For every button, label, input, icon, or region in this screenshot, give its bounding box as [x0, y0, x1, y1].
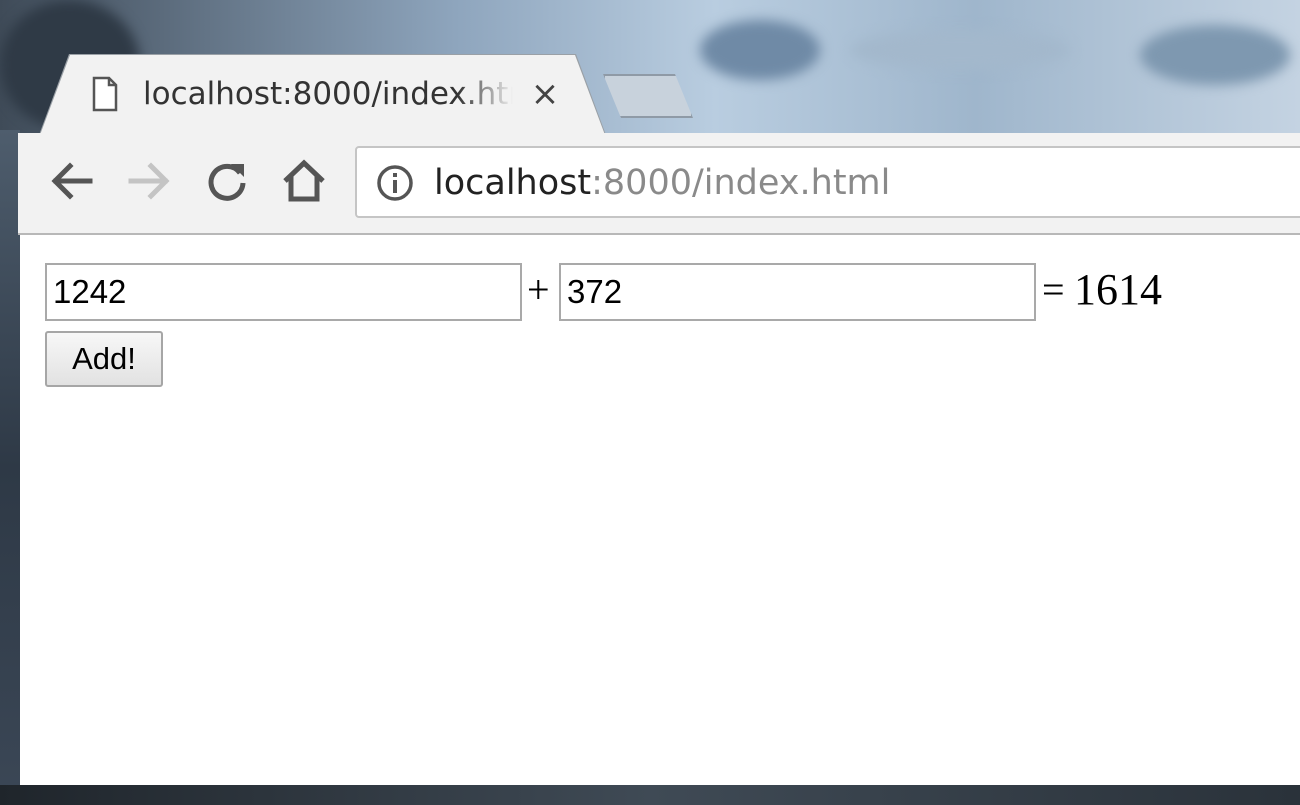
url-path: :8000/index.html [591, 163, 891, 203]
home-icon[interactable] [279, 156, 329, 206]
reload-icon[interactable] [202, 156, 252, 206]
page-icon [92, 76, 118, 112]
add-button[interactable]: Add! [45, 331, 163, 387]
forward-arrow-icon[interactable] [124, 156, 174, 206]
back-arrow-icon[interactable] [47, 156, 97, 206]
window-frame-bottom [0, 785, 1300, 805]
url-host: localhost [434, 163, 592, 203]
tab-close-icon[interactable]: × [528, 76, 562, 112]
plus-sign: + [527, 267, 550, 312]
operand-a-input[interactable] [45, 263, 522, 321]
info-icon[interactable] [375, 163, 415, 203]
window-frame-left [0, 130, 20, 805]
equals-sign: = [1042, 267, 1065, 312]
sum-result: 1614 [1074, 265, 1162, 314]
address-bar-url[interactable]: localhost:8000/index.html [434, 160, 890, 206]
operand-b-input[interactable] [559, 263, 1036, 321]
tab-title[interactable]: localhost:8000/index.html [143, 72, 513, 116]
